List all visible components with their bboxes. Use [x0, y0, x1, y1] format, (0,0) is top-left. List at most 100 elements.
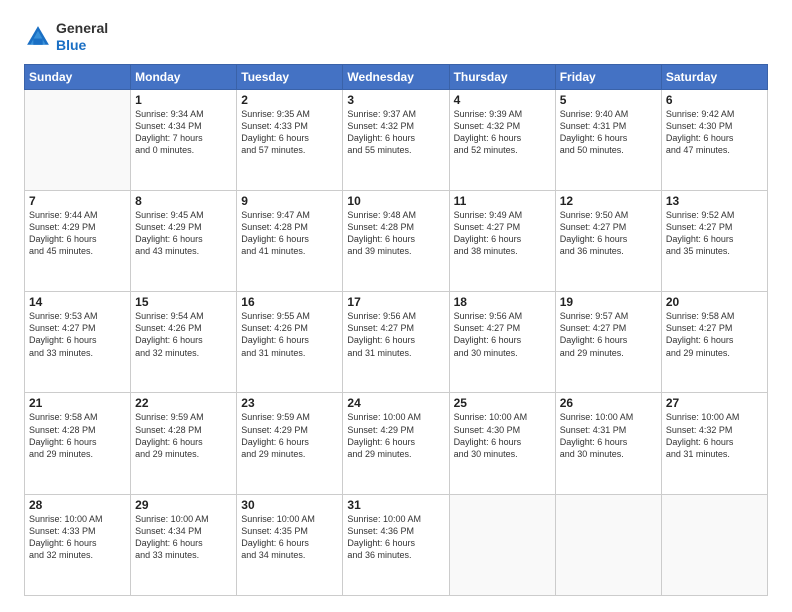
day-info: Sunrise: 9:40 AM Sunset: 4:31 PM Dayligh…	[560, 108, 657, 157]
calendar-cell: 28Sunrise: 10:00 AM Sunset: 4:33 PM Dayl…	[25, 494, 131, 595]
calendar-cell: 2Sunrise: 9:35 AM Sunset: 4:33 PM Daylig…	[237, 89, 343, 190]
calendar-header-wednesday: Wednesday	[343, 64, 449, 89]
calendar-week-4: 21Sunrise: 9:58 AM Sunset: 4:28 PM Dayli…	[25, 393, 768, 494]
day-info: Sunrise: 9:45 AM Sunset: 4:29 PM Dayligh…	[135, 209, 232, 258]
day-number: 16	[241, 295, 338, 309]
day-number: 21	[29, 396, 126, 410]
day-number: 28	[29, 498, 126, 512]
day-number: 2	[241, 93, 338, 107]
day-number: 18	[454, 295, 551, 309]
day-number: 4	[454, 93, 551, 107]
logo-text: GeneralBlue	[56, 20, 108, 54]
day-info: Sunrise: 10:00 AM Sunset: 4:31 PM Daylig…	[560, 411, 657, 460]
day-info: Sunrise: 10:00 AM Sunset: 4:33 PM Daylig…	[29, 513, 126, 562]
calendar-cell: 19Sunrise: 9:57 AM Sunset: 4:27 PM Dayli…	[555, 292, 661, 393]
calendar-cell: 14Sunrise: 9:53 AM Sunset: 4:27 PM Dayli…	[25, 292, 131, 393]
day-info: Sunrise: 10:00 AM Sunset: 4:32 PM Daylig…	[666, 411, 763, 460]
day-number: 22	[135, 396, 232, 410]
calendar-cell: 7Sunrise: 9:44 AM Sunset: 4:29 PM Daylig…	[25, 190, 131, 291]
calendar-cell	[449, 494, 555, 595]
day-info: Sunrise: 9:35 AM Sunset: 4:33 PM Dayligh…	[241, 108, 338, 157]
day-info: Sunrise: 9:39 AM Sunset: 4:32 PM Dayligh…	[454, 108, 551, 157]
calendar-cell: 5Sunrise: 9:40 AM Sunset: 4:31 PM Daylig…	[555, 89, 661, 190]
calendar-cell: 16Sunrise: 9:55 AM Sunset: 4:26 PM Dayli…	[237, 292, 343, 393]
calendar-cell: 15Sunrise: 9:54 AM Sunset: 4:26 PM Dayli…	[131, 292, 237, 393]
day-info: Sunrise: 9:58 AM Sunset: 4:27 PM Dayligh…	[666, 310, 763, 359]
day-number: 24	[347, 396, 444, 410]
day-number: 1	[135, 93, 232, 107]
day-info: Sunrise: 9:54 AM Sunset: 4:26 PM Dayligh…	[135, 310, 232, 359]
page: GeneralBlue SundayMondayTuesdayWednesday…	[0, 0, 792, 612]
calendar-cell: 31Sunrise: 10:00 AM Sunset: 4:36 PM Dayl…	[343, 494, 449, 595]
day-info: Sunrise: 9:57 AM Sunset: 4:27 PM Dayligh…	[560, 310, 657, 359]
day-number: 7	[29, 194, 126, 208]
calendar-cell: 6Sunrise: 9:42 AM Sunset: 4:30 PM Daylig…	[661, 89, 767, 190]
calendar-cell: 1Sunrise: 9:34 AM Sunset: 4:34 PM Daylig…	[131, 89, 237, 190]
calendar-cell: 17Sunrise: 9:56 AM Sunset: 4:27 PM Dayli…	[343, 292, 449, 393]
day-info: Sunrise: 9:59 AM Sunset: 4:29 PM Dayligh…	[241, 411, 338, 460]
day-info: Sunrise: 9:50 AM Sunset: 4:27 PM Dayligh…	[560, 209, 657, 258]
day-number: 20	[666, 295, 763, 309]
header: GeneralBlue	[24, 20, 768, 54]
day-number: 29	[135, 498, 232, 512]
day-number: 27	[666, 396, 763, 410]
day-number: 9	[241, 194, 338, 208]
calendar-cell	[555, 494, 661, 595]
day-number: 6	[666, 93, 763, 107]
calendar-cell: 11Sunrise: 9:49 AM Sunset: 4:27 PM Dayli…	[449, 190, 555, 291]
day-info: Sunrise: 9:55 AM Sunset: 4:26 PM Dayligh…	[241, 310, 338, 359]
calendar-header-friday: Friday	[555, 64, 661, 89]
day-info: Sunrise: 9:48 AM Sunset: 4:28 PM Dayligh…	[347, 209, 444, 258]
day-number: 17	[347, 295, 444, 309]
day-number: 3	[347, 93, 444, 107]
calendar-cell: 3Sunrise: 9:37 AM Sunset: 4:32 PM Daylig…	[343, 89, 449, 190]
calendar-cell: 21Sunrise: 9:58 AM Sunset: 4:28 PM Dayli…	[25, 393, 131, 494]
calendar-week-3: 14Sunrise: 9:53 AM Sunset: 4:27 PM Dayli…	[25, 292, 768, 393]
day-info: Sunrise: 9:47 AM Sunset: 4:28 PM Dayligh…	[241, 209, 338, 258]
day-info: Sunrise: 10:00 AM Sunset: 4:30 PM Daylig…	[454, 411, 551, 460]
calendar-week-1: 1Sunrise: 9:34 AM Sunset: 4:34 PM Daylig…	[25, 89, 768, 190]
calendar-cell: 26Sunrise: 10:00 AM Sunset: 4:31 PM Dayl…	[555, 393, 661, 494]
calendar-header-sunday: Sunday	[25, 64, 131, 89]
day-number: 26	[560, 396, 657, 410]
calendar-header-saturday: Saturday	[661, 64, 767, 89]
day-info: Sunrise: 9:56 AM Sunset: 4:27 PM Dayligh…	[454, 310, 551, 359]
calendar-cell	[25, 89, 131, 190]
calendar-cell: 30Sunrise: 10:00 AM Sunset: 4:35 PM Dayl…	[237, 494, 343, 595]
day-info: Sunrise: 10:00 AM Sunset: 4:29 PM Daylig…	[347, 411, 444, 460]
day-number: 11	[454, 194, 551, 208]
day-number: 19	[560, 295, 657, 309]
day-info: Sunrise: 9:52 AM Sunset: 4:27 PM Dayligh…	[666, 209, 763, 258]
calendar-cell: 22Sunrise: 9:59 AM Sunset: 4:28 PM Dayli…	[131, 393, 237, 494]
calendar-header-tuesday: Tuesday	[237, 64, 343, 89]
day-info: Sunrise: 9:59 AM Sunset: 4:28 PM Dayligh…	[135, 411, 232, 460]
calendar-cell: 25Sunrise: 10:00 AM Sunset: 4:30 PM Dayl…	[449, 393, 555, 494]
day-info: Sunrise: 9:44 AM Sunset: 4:29 PM Dayligh…	[29, 209, 126, 258]
day-info: Sunrise: 9:49 AM Sunset: 4:27 PM Dayligh…	[454, 209, 551, 258]
day-info: Sunrise: 9:34 AM Sunset: 4:34 PM Dayligh…	[135, 108, 232, 157]
day-info: Sunrise: 9:37 AM Sunset: 4:32 PM Dayligh…	[347, 108, 444, 157]
logo: GeneralBlue	[24, 20, 108, 54]
calendar-cell: 9Sunrise: 9:47 AM Sunset: 4:28 PM Daylig…	[237, 190, 343, 291]
day-number: 14	[29, 295, 126, 309]
calendar-cell: 29Sunrise: 10:00 AM Sunset: 4:34 PM Dayl…	[131, 494, 237, 595]
calendar-cell: 12Sunrise: 9:50 AM Sunset: 4:27 PM Dayli…	[555, 190, 661, 291]
logo-icon	[24, 23, 52, 51]
calendar-header-thursday: Thursday	[449, 64, 555, 89]
day-number: 31	[347, 498, 444, 512]
calendar-cell: 8Sunrise: 9:45 AM Sunset: 4:29 PM Daylig…	[131, 190, 237, 291]
day-info: Sunrise: 10:00 AM Sunset: 4:35 PM Daylig…	[241, 513, 338, 562]
day-number: 13	[666, 194, 763, 208]
calendar-cell: 10Sunrise: 9:48 AM Sunset: 4:28 PM Dayli…	[343, 190, 449, 291]
day-number: 25	[454, 396, 551, 410]
calendar-cell: 24Sunrise: 10:00 AM Sunset: 4:29 PM Dayl…	[343, 393, 449, 494]
calendar-header-monday: Monday	[131, 64, 237, 89]
day-info: Sunrise: 9:53 AM Sunset: 4:27 PM Dayligh…	[29, 310, 126, 359]
calendar-cell	[661, 494, 767, 595]
calendar-cell: 4Sunrise: 9:39 AM Sunset: 4:32 PM Daylig…	[449, 89, 555, 190]
day-info: Sunrise: 10:00 AM Sunset: 4:34 PM Daylig…	[135, 513, 232, 562]
day-info: Sunrise: 10:00 AM Sunset: 4:36 PM Daylig…	[347, 513, 444, 562]
day-number: 8	[135, 194, 232, 208]
calendar-cell: 20Sunrise: 9:58 AM Sunset: 4:27 PM Dayli…	[661, 292, 767, 393]
calendar-table: SundayMondayTuesdayWednesdayThursdayFrid…	[24, 64, 768, 596]
